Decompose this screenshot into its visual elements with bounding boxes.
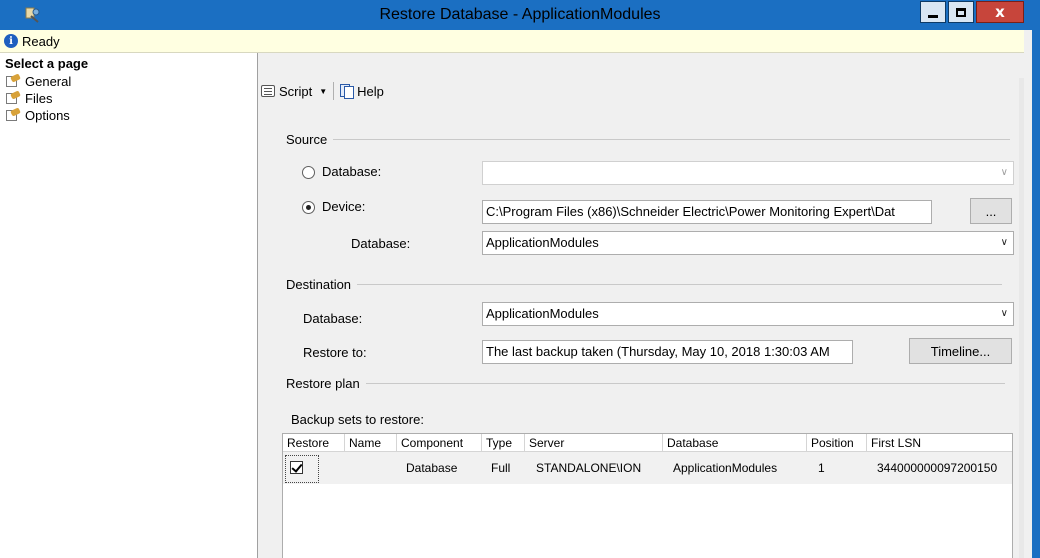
minimize-button[interactable] [920,1,946,23]
status-text: Ready [22,33,60,49]
chevron-down-icon: ∨ [1000,237,1008,248]
source-device-radio-label: Device: [322,199,366,214]
maximize-icon [956,7,966,17]
sidebar-item-general[interactable]: General [0,73,257,90]
timeline-button[interactable]: Timeline... [909,338,1012,364]
source-header-label: Source [286,132,328,147]
script-icon [259,83,277,99]
title-bar[interactable]: Restore Database - ApplicationModules x [0,0,1040,30]
sidebar-item-files[interactable]: Files [0,90,257,107]
divider [357,284,1003,285]
help-button[interactable]: Help [339,83,384,99]
source-database-combo[interactable]: ∨ [482,161,1014,185]
help-icon [339,83,355,99]
source-device-radio[interactable] [302,201,315,214]
restore-plan-header-label: Restore plan [286,376,360,391]
server-cell: STANDALONE\ION [536,461,642,475]
select-page-header: Select a page [5,56,89,71]
source-sub-database-label: Database: [351,236,411,251]
component-cell: Database [406,461,458,475]
maximize-button[interactable] [948,1,974,23]
toolbar: Script ▼ Help [259,78,384,104]
page-settings-icon [5,107,21,122]
restore-plan-group-header: Restore plan [286,376,1005,391]
focus-rectangle [285,455,319,483]
restore-cell [283,452,345,484]
script-button[interactable]: Script ▼ [259,83,333,99]
select-page-pane: Select a page General Files Options [0,53,258,558]
restore-to-label: Restore to: [303,345,367,360]
sidebar-item-label: General [25,74,72,89]
script-label: Script [279,83,313,99]
column-header-database[interactable]: Database [663,434,807,452]
name-cell [345,452,397,484]
backup-sets-label: Backup sets to restore: [291,412,424,427]
divider [365,383,1005,384]
content-scrollbar[interactable] [1019,78,1024,558]
source-database-radio-label: Database: [322,164,382,179]
destination-database-combo[interactable]: ApplicationModules ∨ [482,302,1014,326]
source-sub-database-combo[interactable]: ApplicationModules ∨ [482,231,1014,255]
restore-to-field[interactable]: The last backup taken (Thursday, May 10,… [482,340,853,364]
sidebar-item-label: Files [25,91,53,106]
sidebar-item-label: Options [25,108,70,123]
column-header-restore[interactable]: Restore [283,434,345,452]
column-header-type[interactable]: Type [482,434,525,452]
column-header-server[interactable]: Server [525,434,663,452]
toolbar-separator [333,82,335,100]
grid-header-row: Restore Name Component Type Server Datab… [283,434,1012,452]
column-header-position[interactable]: Position [807,434,867,452]
column-header-first-lsn[interactable]: First LSN [867,434,1012,452]
destination-group-header: Destination [286,277,1003,292]
source-sub-database-value: ApplicationModules [486,235,599,250]
close-icon: x [995,3,1005,21]
status-bar: i Ready [0,30,1024,53]
source-database-radio[interactable] [302,166,315,179]
browse-device-button[interactable]: ... [970,198,1012,224]
first-lsn-cell: 344000000097200150 [877,461,998,475]
source-group-header: Source [286,132,1011,147]
backup-sets-grid[interactable]: Restore Name Component Type Server Datab… [282,433,1013,558]
destination-database-value: ApplicationModules [486,306,599,321]
column-header-name[interactable]: Name [345,434,397,452]
sidebar-item-options[interactable]: Options [0,107,257,124]
table-row[interactable]: Database Full STANDALONE\ION Application… [283,452,1012,484]
minimize-icon [928,14,938,18]
chevron-down-icon: ∨ [1000,167,1008,178]
column-header-component[interactable]: Component [397,434,482,452]
close-button[interactable]: x [976,1,1024,23]
chevron-down-icon: ∨ [1000,308,1008,319]
source-device-path-field[interactable]: C:\Program Files (x86)\Schneider Electri… [482,200,932,224]
destination-header-label: Destination [286,277,352,292]
window-title: Restore Database - ApplicationModules [379,6,661,23]
divider [333,139,1011,140]
page-settings-icon [5,73,21,88]
page-settings-icon [5,90,21,105]
database-cell: ApplicationModules [673,461,778,475]
info-icon: i [4,34,18,48]
restore-checkbox[interactable] [290,461,303,475]
position-cell: 1 [818,461,825,475]
chevron-down-icon[interactable]: ▼ [319,87,327,96]
destination-database-label: Database: [303,311,363,326]
help-label: Help [357,83,384,99]
type-cell: Full [491,461,511,475]
